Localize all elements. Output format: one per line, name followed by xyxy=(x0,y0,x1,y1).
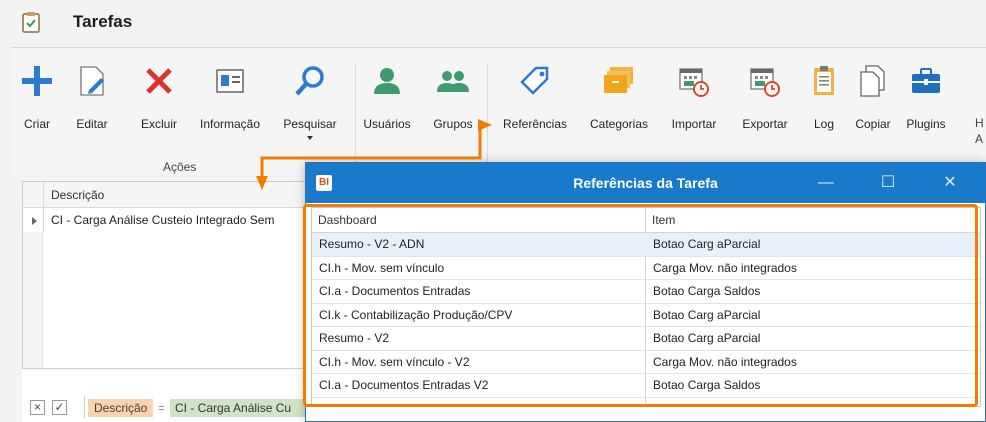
annotation-arrows xyxy=(256,119,492,190)
app-window: Tarefas Criar Editar Excluir Informação … xyxy=(0,0,986,422)
